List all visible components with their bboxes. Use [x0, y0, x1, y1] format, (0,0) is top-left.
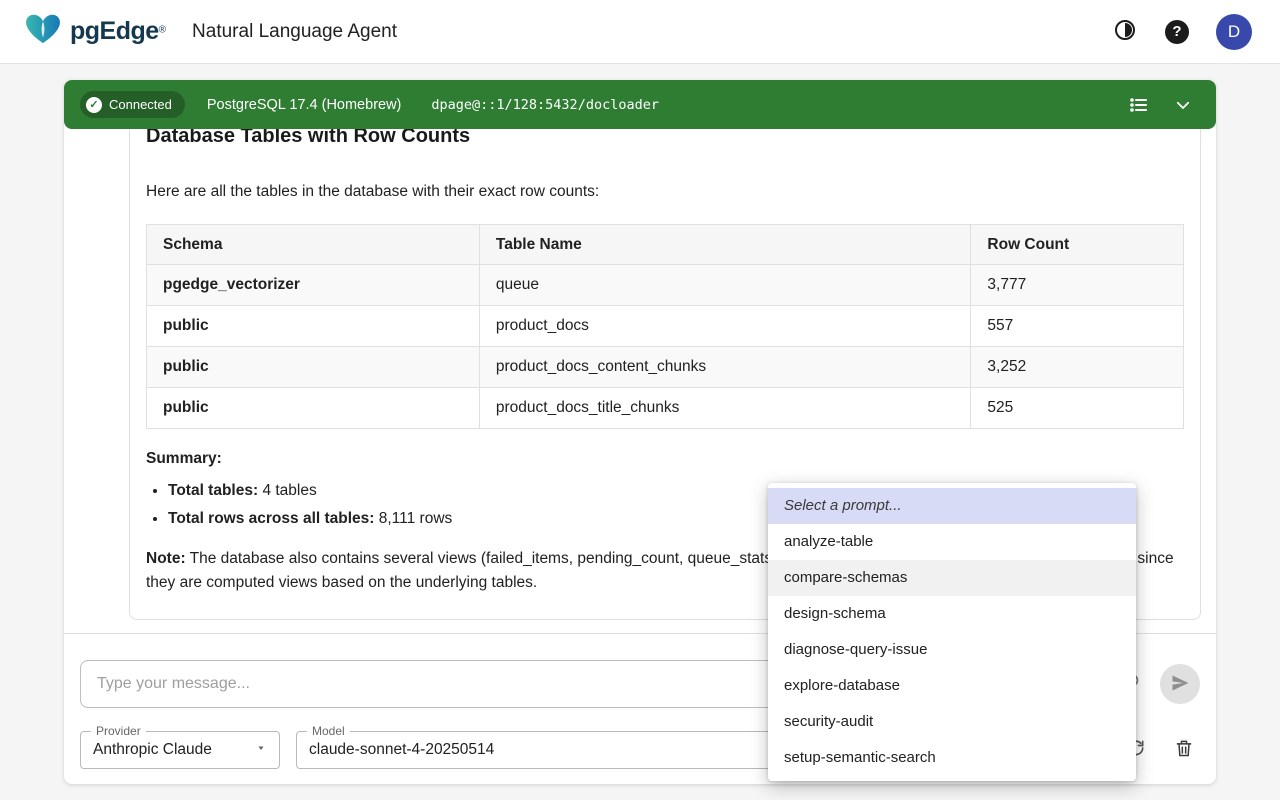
summary-item-label: Total tables: — [168, 482, 258, 499]
provider-select[interactable]: Provider Anthropic Claude — [80, 731, 280, 769]
pgedge-heart-icon — [24, 13, 62, 50]
summary-item-text: 8,111 rows — [374, 510, 452, 527]
connection-bar: ✓ Connected PostgreSQL 17.4 (Homebrew) d… — [64, 80, 1216, 129]
page-title: Natural Language Agent — [192, 21, 397, 43]
user-avatar[interactable]: D — [1216, 14, 1252, 50]
contrast-icon — [1113, 18, 1137, 45]
row-counts-table: Schema Table Name Row Count pgedge_vecto… — [146, 224, 1184, 429]
chevron-down-icon — [1174, 96, 1192, 114]
cell-schema: public — [147, 347, 480, 388]
connection-list-button[interactable] — [1126, 92, 1152, 118]
cell-schema: public — [147, 388, 480, 429]
note-label: Note: — [146, 550, 186, 567]
table-row: pgedge_vectorizer queue 3,777 — [147, 265, 1184, 306]
cell-row-count: 3,252 — [971, 347, 1184, 388]
table-row: public product_docs_title_chunks 525 — [147, 388, 1184, 429]
prompt-menu-item-explore-database[interactable]: explore-database — [768, 668, 1136, 704]
help-icon: ? — [1165, 20, 1189, 44]
col-header-table-name: Table Name — [479, 225, 971, 265]
cell-schema: public — [147, 306, 480, 347]
col-header-row-count: Row Count — [971, 225, 1184, 265]
table-row: public product_docs 557 — [147, 306, 1184, 347]
summary-heading: Summary: — [146, 447, 1184, 471]
prompt-menu-placeholder[interactable]: Select a prompt... — [768, 488, 1136, 524]
cell-row-count: 3,777 — [971, 265, 1184, 306]
prompt-menu-item-analyze-table[interactable]: analyze-table — [768, 524, 1136, 560]
theme-toggle-button[interactable] — [1112, 19, 1138, 45]
message-heading: Database Tables with Row Counts — [146, 129, 1184, 150]
model-label: Model — [307, 724, 350, 738]
cell-table-name: product_docs — [479, 306, 971, 347]
summary-item-text: 4 tables — [258, 482, 317, 499]
message-intro: Here are all the tables in the database … — [146, 180, 1184, 204]
table-header-row: Schema Table Name Row Count — [147, 225, 1184, 265]
pgedge-logo: pgEdge® — [24, 13, 166, 50]
cell-table-name: product_docs_content_chunks — [479, 347, 971, 388]
app-window: pgEdge® Natural Language Agent ? D — [0, 0, 1280, 800]
prompt-menu-item-diagnose-query-issue[interactable]: diagnose-query-issue — [768, 632, 1136, 668]
prompt-menu-item-compare-schemas[interactable]: compare-schemas — [768, 560, 1136, 596]
table-row: public product_docs_content_chunks 3,252 — [147, 347, 1184, 388]
cell-schema: pgedge_vectorizer — [147, 265, 480, 306]
cell-row-count: 525 — [971, 388, 1184, 429]
prompt-menu-item-setup-semantic-search[interactable]: setup-semantic-search — [768, 740, 1136, 776]
connection-status-badge: ✓ Connected — [80, 91, 185, 118]
summary-item-label: Total rows across all tables: — [168, 510, 374, 527]
prompt-menu-item-security-audit[interactable]: security-audit — [768, 704, 1136, 740]
app-header: pgEdge® Natural Language Agent ? D — [0, 0, 1280, 64]
connection-collapse-button[interactable] — [1170, 92, 1196, 118]
connection-string: dpage@::1/128:5432/docloader — [431, 97, 1126, 113]
brand-registered-mark: ® — [159, 25, 166, 36]
connection-status-label: Connected — [109, 97, 172, 112]
clear-chat-button[interactable] — [1168, 734, 1200, 766]
prompt-dropdown-menu: Select a prompt... analyze-table compare… — [768, 483, 1136, 781]
server-version-label: PostgreSQL 17.4 (Homebrew) — [207, 97, 402, 113]
cell-row-count: 557 — [971, 306, 1184, 347]
list-icon — [1129, 95, 1149, 115]
provider-label: Provider — [91, 724, 146, 738]
provider-value: Anthropic Claude — [93, 741, 212, 759]
trash-icon — [1174, 738, 1194, 761]
send-button[interactable] — [1160, 664, 1200, 704]
help-button[interactable]: ? — [1164, 19, 1190, 45]
cell-table-name: product_docs_title_chunks — [479, 388, 971, 429]
check-circle-icon: ✓ — [86, 97, 102, 113]
dropdown-caret-icon — [255, 741, 267, 759]
cell-table-name: queue — [479, 265, 971, 306]
prompt-menu-item-design-schema[interactable]: design-schema — [768, 596, 1136, 632]
col-header-schema: Schema — [147, 225, 480, 265]
send-icon — [1170, 673, 1190, 696]
brand-name: pgEdge — [70, 17, 159, 45]
